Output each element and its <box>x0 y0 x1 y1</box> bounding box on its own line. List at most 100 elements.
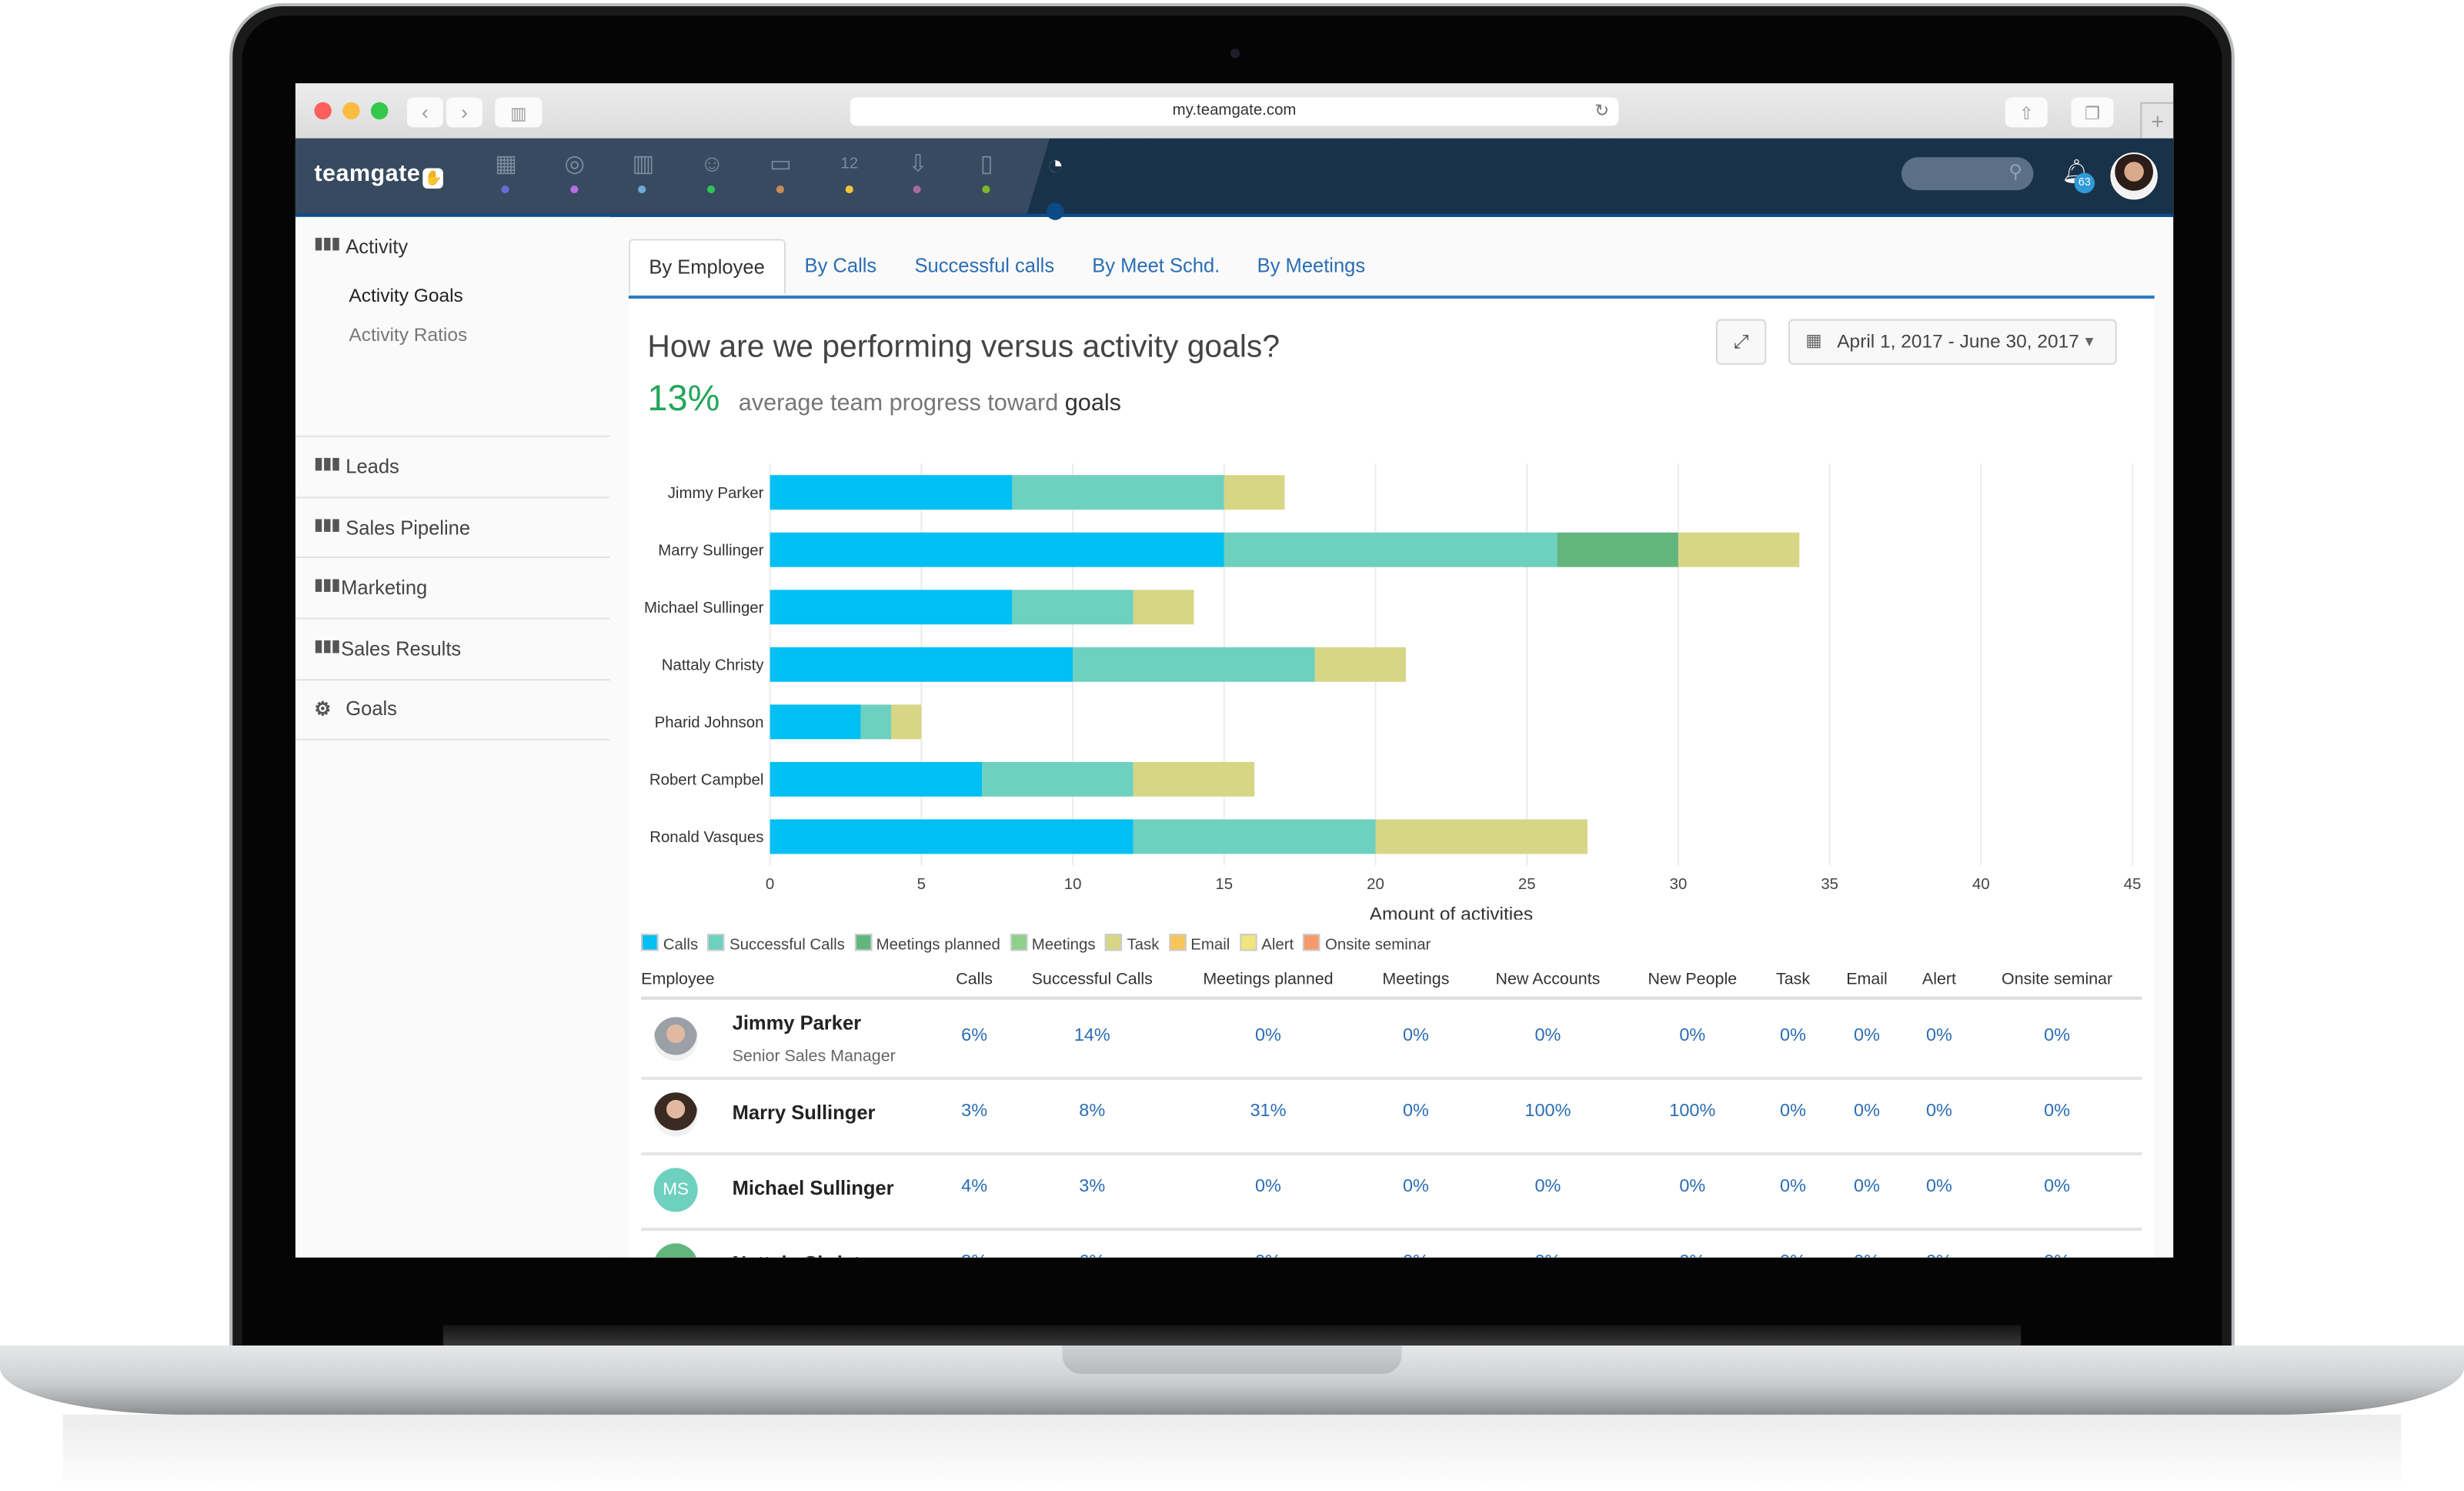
bar-segment-successful-calls[interactable] <box>1133 819 1376 854</box>
reload-icon[interactable]: ↻ <box>1594 98 1609 126</box>
nav-attachment-button[interactable]: ▯ <box>970 148 1004 201</box>
goal-progress-cell[interactable]: 0% <box>1926 1102 1952 1122</box>
bar-segment-calls[interactable] <box>770 647 1073 682</box>
legend-item[interactable]: Calls <box>641 934 698 954</box>
goal-progress-cell[interactable]: 0% <box>1854 1178 1880 1197</box>
goal-progress-cell[interactable]: 0% <box>1255 1025 1281 1045</box>
bar-segment-calls[interactable] <box>770 532 1224 567</box>
goal-progress-cell[interactable]: 0% <box>1403 1102 1429 1122</box>
employee-name[interactable]: Jimmy Parker <box>733 1012 861 1035</box>
goal-progress-cell[interactable]: 6% <box>961 1025 987 1045</box>
column-header[interactable]: Successful Calls <box>1032 970 1153 989</box>
tab-by-meet-schd[interactable]: By Meet Schd. <box>1092 239 1220 292</box>
nav-dashboard-button[interactable]: ▦ <box>489 148 523 201</box>
maximize-window-button[interactable] <box>370 102 389 120</box>
employee-name[interactable]: Michael Sullinger <box>733 1178 894 1200</box>
address-bar[interactable]: my.teamgate.com ↻ <box>850 97 1619 126</box>
forward-button[interactable]: › <box>446 97 482 128</box>
bar-segment-task[interactable] <box>1375 819 1588 854</box>
table-row[interactable]: Marry Sullinger 3% 8% 31% 0% 100% 100% 0% 0% 0% 0% <box>641 1077 2142 1155</box>
global-search-input[interactable]: ⚲ <box>1901 157 2034 191</box>
user-avatar[interactable] <box>2110 152 2158 200</box>
bar-segment-calls[interactable] <box>770 590 1013 625</box>
legend-item[interactable]: Meetings <box>1010 934 1096 954</box>
minimize-window-button[interactable] <box>342 102 360 120</box>
employee-name[interactable]: Marry Sullinger <box>733 1102 876 1125</box>
goal-progress-cell[interactable]: 0% <box>2044 1102 2070 1122</box>
column-header[interactable]: Task <box>1776 970 1810 989</box>
nav-target-button[interactable]: ◎ <box>557 148 592 201</box>
goal-progress-cell[interactable]: 0% <box>1679 1025 1705 1045</box>
tab-successful-calls[interactable]: Successful calls <box>915 239 1055 292</box>
sidebar-toggle-button[interactable]: ▥ <box>495 97 543 128</box>
column-header[interactable]: New Accounts <box>1496 970 1601 989</box>
bar-segment-successful-calls[interactable] <box>1073 647 1315 682</box>
nav-bag-button[interactable]: ⇩ <box>901 148 936 201</box>
goal-progress-cell[interactable]: 0% <box>1926 1025 1952 1045</box>
legend-item[interactable]: Onsite seminar <box>1303 934 1431 954</box>
goal-progress-cell[interactable]: 0% <box>1534 1025 1561 1045</box>
goal-progress-cell[interactable]: 0% <box>1679 1178 1705 1197</box>
goal-progress-cell[interactable]: 8% <box>1079 1102 1105 1122</box>
goal-progress-cell[interactable]: 0% <box>1926 1178 1952 1197</box>
back-button[interactable]: ‹ <box>406 97 443 128</box>
bar-segment-task[interactable] <box>891 704 922 740</box>
bar-segment-task[interactable] <box>1133 761 1255 797</box>
goal-progress-cell[interactable]: 0% <box>1780 1025 1806 1045</box>
nav-briefcase-button[interactable]: ▭ <box>763 148 798 201</box>
column-header[interactable]: Alert <box>1922 970 1956 989</box>
table-row[interactable]: Jimmy Parker Senior Sales Manager 6% 14% 0% 0… <box>641 1000 2142 1080</box>
goal-progress-cell[interactable]: 0% <box>1780 1102 1806 1122</box>
tab-by-calls[interactable]: By Calls <box>805 239 877 292</box>
new-tab-button[interactable]: + <box>2140 102 2174 140</box>
close-window-button[interactable] <box>314 102 332 120</box>
legend-item[interactable]: Email <box>1168 934 1230 954</box>
goal-progress-cell[interactable]: 0% <box>1403 1253 1429 1258</box>
goal-progress-cell[interactable]: 0% <box>1926 1253 1952 1258</box>
goal-progress-cell[interactable]: 3% <box>961 1253 987 1258</box>
goal-progress-cell[interactable]: 100% <box>1669 1102 1715 1122</box>
table-row[interactable]: MS Michael Sullinger 4% 3% 0% 0% 0% 0% 0% 0% 0% 0% <box>641 1152 2142 1231</box>
legend-item[interactable]: Task <box>1104 934 1159 954</box>
bar-segment-task[interactable] <box>1314 647 1406 682</box>
bar-segment-task[interactable] <box>1224 475 1285 510</box>
bar-segment-successful-calls[interactable] <box>1012 475 1224 510</box>
goal-progress-cell[interactable]: 0% <box>1679 1253 1705 1258</box>
column-header[interactable]: Employee <box>641 970 714 989</box>
table-row[interactable]: NC Nattaly Christy 3% 6% 0% 0% 0% 0% 0% 0% 0% 0% <box>641 1228 2142 1258</box>
expand-button[interactable]: ⤢ <box>1715 319 1767 365</box>
goal-progress-cell[interactable]: 0% <box>1255 1178 1281 1197</box>
goal-progress-cell[interactable]: 0% <box>2044 1178 2070 1197</box>
nav-buildings-button[interactable]: ▥ <box>626 148 661 201</box>
goal-progress-cell[interactable]: 100% <box>1524 1102 1571 1122</box>
sidebar-subitem-activity-goals[interactable]: Activity Goals <box>349 285 462 307</box>
legend-item[interactable]: Alert <box>1239 934 1294 954</box>
date-range-picker[interactable]: ▦ April 1, 2017 - June 30, 2017 ▼ <box>1788 319 2117 365</box>
bar-segment-successful-calls[interactable] <box>860 704 892 740</box>
nav-contact-button[interactable]: ☺ <box>695 148 730 201</box>
column-header[interactable]: Calls <box>956 970 993 989</box>
bar-segment-task[interactable] <box>1678 532 1800 567</box>
bar-segment-meetings-planned[interactable] <box>1557 532 1678 567</box>
column-header[interactable]: Meetings <box>1382 970 1449 989</box>
column-header[interactable]: Onsite seminar <box>2002 970 2112 989</box>
goal-progress-cell[interactable]: 0% <box>1780 1253 1806 1258</box>
goal-progress-cell[interactable]: 0% <box>1403 1025 1429 1045</box>
bar-segment-task[interactable] <box>1133 590 1194 625</box>
legend-item[interactable]: Meetings planned <box>854 934 1000 954</box>
goal-progress-cell[interactable]: 0% <box>1534 1253 1561 1258</box>
column-header[interactable]: New People <box>1648 970 1738 989</box>
legend-item[interactable]: Successful Calls <box>707 934 845 954</box>
bar-segment-calls[interactable] <box>770 761 983 797</box>
tab-by-employee[interactable]: By Employee <box>628 239 786 294</box>
goal-progress-cell[interactable]: 6% <box>1079 1253 1105 1258</box>
nav-reports-button[interactable]: ◔ <box>1038 148 1073 201</box>
tabs-overview-button[interactable]: ❐ <box>2071 97 2114 128</box>
bar-segment-calls[interactable] <box>770 819 1134 854</box>
sidebar-subitem-activity-ratios[interactable]: Activity Ratios <box>349 324 467 346</box>
goal-progress-cell[interactable]: 3% <box>961 1102 987 1122</box>
bar-segment-successful-calls[interactable] <box>982 761 1134 797</box>
share-button[interactable]: ⇧ <box>2005 97 2048 128</box>
goal-progress-cell[interactable]: 0% <box>2044 1253 2070 1258</box>
column-header[interactable]: Meetings planned <box>1203 970 1333 989</box>
